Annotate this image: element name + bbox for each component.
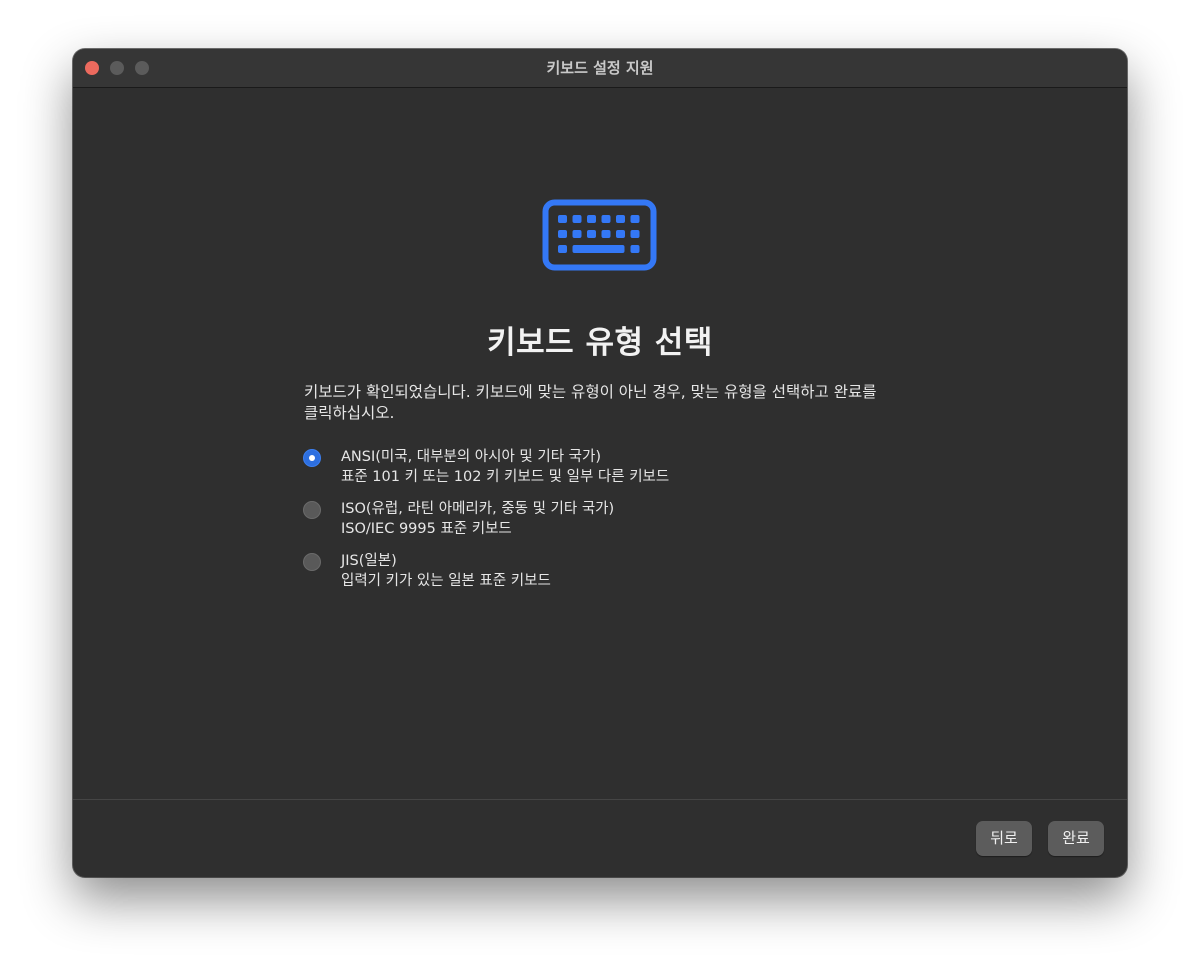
option-iso[interactable]: ISO(유럽, 라틴 아메리카, 중동 및 기타 국가) ISO/IEC 999…: [303, 499, 903, 543]
keyboard-setup-assistant-window: 키보드 설정 지원 키보드 유형 선택 키보드가 확인되었습니다. 키보드에 맞…: [73, 49, 1127, 877]
back-button[interactable]: 뒤로: [976, 821, 1032, 856]
radio-jis[interactable]: [303, 553, 321, 571]
title-bar[interactable]: 키보드 설정 지원: [73, 49, 1127, 88]
option-ansi[interactable]: ANSI(미국, 대부분의 아시아 및 기타 국가) 표준 101 키 또는 1…: [303, 447, 903, 491]
page-title: 키보드 유형 선택: [487, 325, 713, 361]
option-iso-subtitle: ISO/IEC 9995 표준 키보드: [341, 521, 512, 537]
option-jis-title: JIS(일본): [341, 553, 397, 569]
window-title: 키보드 설정 지원: [546, 59, 654, 77]
description-line-2: 클릭하십시오.: [304, 404, 395, 422]
done-button[interactable]: 완료: [1048, 821, 1104, 856]
option-ansi-title: ANSI(미국, 대부분의 아시아 및 기타 국가): [341, 449, 601, 465]
radio-ansi[interactable]: [303, 449, 321, 467]
option-ansi-subtitle: 표준 101 키 또는 102 키 키보드 및 일부 다른 키보드: [341, 469, 670, 485]
option-iso-title: ISO(유럽, 라틴 아메리카, 중동 및 기타 국가): [341, 501, 615, 517]
radio-iso[interactable]: [303, 501, 321, 519]
footer-divider: [73, 799, 1127, 800]
option-iso-text: ISO(유럽, 라틴 아메리카, 중동 및 기타 국가) ISO/IEC 999…: [341, 499, 614, 539]
description-text: 키보드가 확인되었습니다. 키보드에 맞는 유형이 아닌 경우, 맞는 유형을 …: [304, 382, 904, 424]
option-jis-text: JIS(일본) 입력기 키가 있는 일본 표준 키보드: [341, 551, 551, 591]
option-jis[interactable]: JIS(일본) 입력기 키가 있는 일본 표준 키보드: [303, 551, 903, 595]
keyboard-icon: [542, 199, 657, 271]
description-line-1: 키보드가 확인되었습니다. 키보드에 맞는 유형이 아닌 경우, 맞는 유형을 …: [304, 383, 877, 401]
option-jis-subtitle: 입력기 키가 있는 일본 표준 키보드: [341, 573, 551, 589]
option-ansi-text: ANSI(미국, 대부분의 아시아 및 기타 국가) 표준 101 키 또는 1…: [341, 447, 669, 487]
